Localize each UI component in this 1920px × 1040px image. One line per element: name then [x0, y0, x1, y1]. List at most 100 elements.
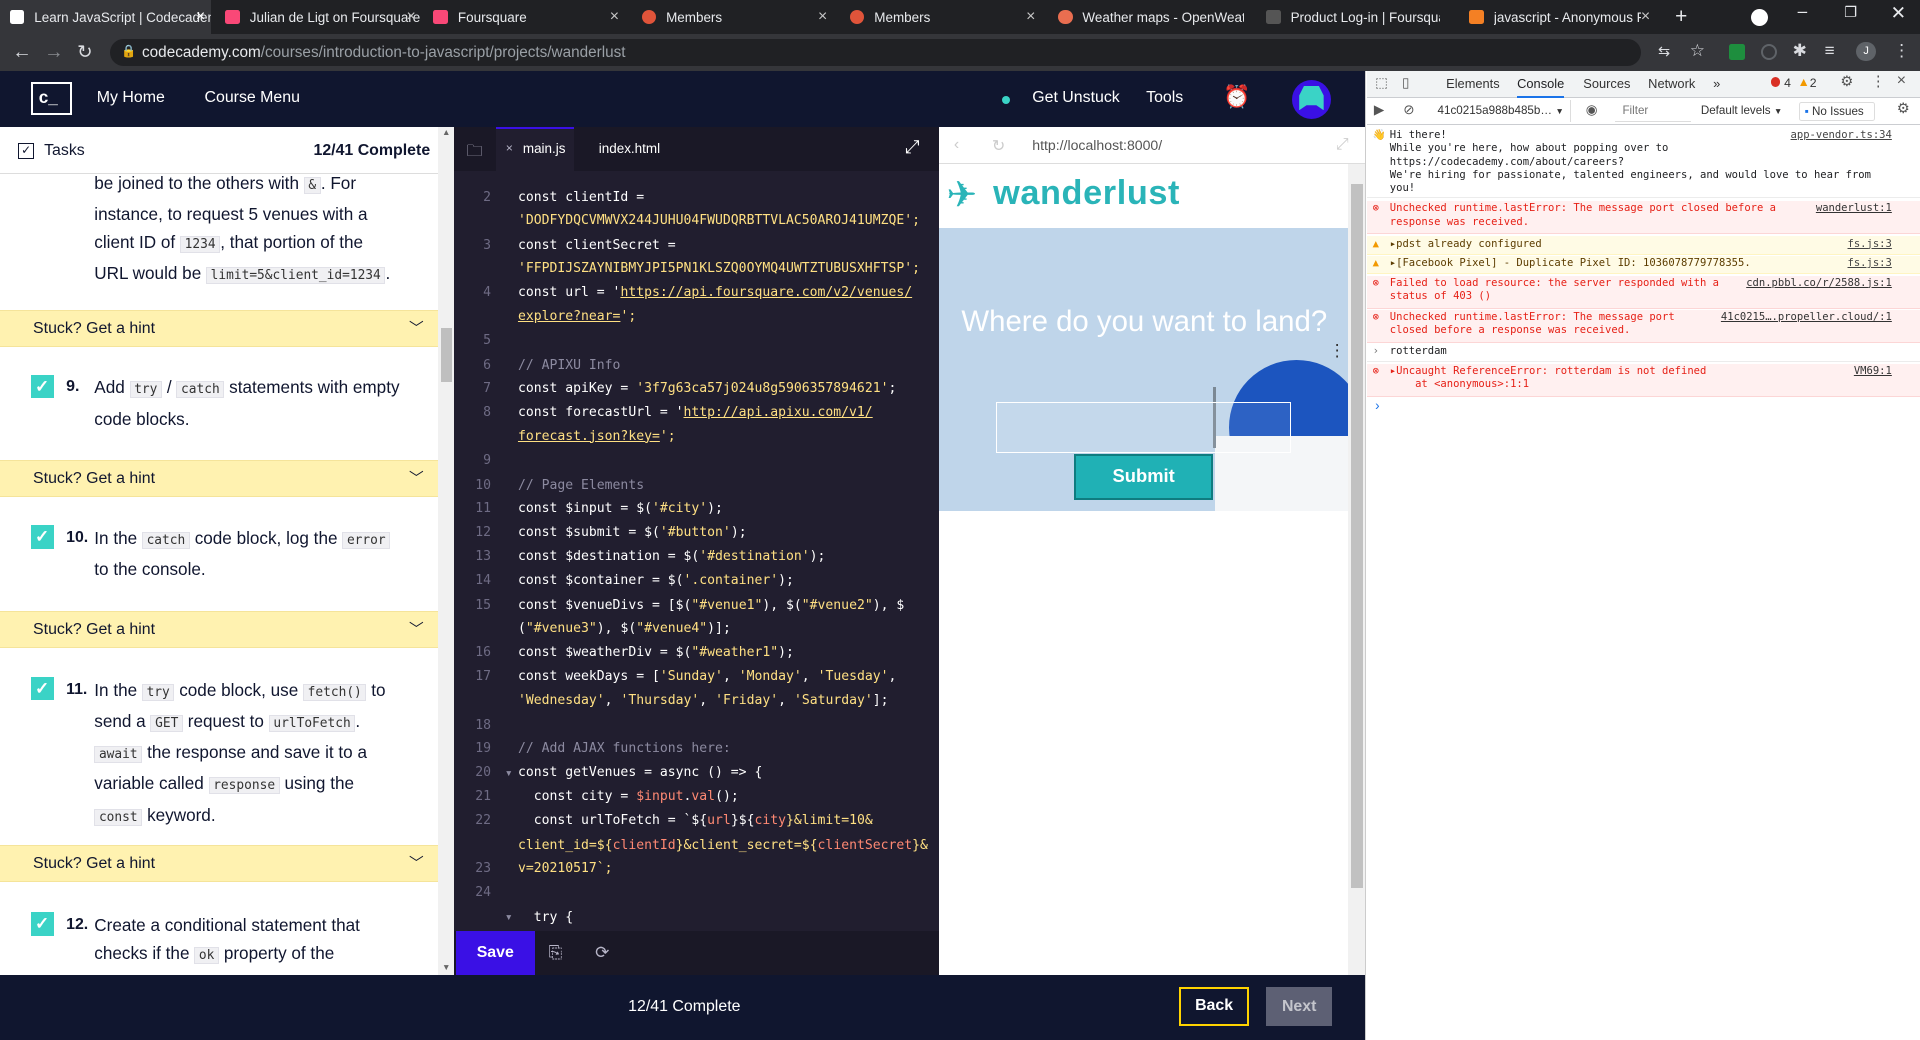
console-source-link[interactable]: VM69:1 — [1854, 365, 1892, 378]
copy-icon[interactable]: ⎘ — [549, 942, 563, 963]
close-tab-icon[interactable]: × — [610, 8, 619, 25]
console-prompt[interactable]: › — [1367, 398, 1920, 415]
get-hint-button[interactable]: Stuck? Get a hint ﹀ — [0, 844, 439, 882]
close-tab-icon[interactable]: × — [1026, 8, 1035, 25]
browser-tab[interactable]: Members — [632, 0, 833, 34]
preview-back-icon[interactable]: ‹ — [954, 136, 959, 154]
tab-index-html[interactable]: index.html — [599, 141, 660, 156]
close-tab-icon[interactable]: × — [407, 8, 416, 25]
close-tab-icon[interactable]: × — [818, 8, 827, 25]
preview-reload-icon[interactable]: ↻ — [992, 136, 1005, 156]
devtools-menu-icon[interactable]: ⋮ — [1871, 73, 1886, 90]
scroll-up-icon[interactable]: ▲ — [442, 127, 450, 137]
clear-console-icon[interactable]: ⊘ — [1403, 102, 1414, 118]
back-icon[interactable]: ← — [12, 34, 32, 71]
console-source-link[interactable]: cdn.pbbl.co/r/2588.js:1 — [1746, 277, 1892, 290]
console-settings-gear-icon[interactable]: ⚙ — [1897, 100, 1910, 117]
live-expression-eye-icon[interactable]: ◉ — [1586, 102, 1598, 118]
task-checkbox-checked[interactable]: ✓ — [30, 677, 54, 701]
context-select[interactable]: 41c0215a988b485b… ▼ — [1429, 100, 1572, 123]
reset-icon[interactable]: ⟳ — [595, 942, 609, 963]
extension-icon[interactable] — [1728, 44, 1745, 60]
lock-icon[interactable]: 🔒 — [121, 44, 136, 58]
tab-elements[interactable]: Elements — [1446, 71, 1500, 98]
get-hint-button[interactable]: Stuck? Get a hint ﹀ — [0, 611, 439, 648]
close-window-icon[interactable]: ✕ — [1891, 2, 1906, 24]
scroll-down-icon[interactable]: ▼ — [442, 962, 450, 972]
console-source-link[interactable]: wanderlust:1 — [1816, 202, 1892, 215]
browser-tab[interactable]: Product Log-in | Foursquare — [1256, 0, 1440, 34]
tab-console[interactable]: Console — [1517, 71, 1565, 98]
preview-url[interactable]: http://localhost:8000/ — [1032, 137, 1162, 153]
wanderlust-brand[interactable]: wanderlust — [993, 174, 1180, 213]
console-message-error[interactable]: ⊗ ▸Uncaught ReferenceError: rotterdam is… — [1366, 363, 1920, 397]
browser-tab[interactable]: Weather maps - OpenWeather — [1048, 0, 1244, 34]
console-filter-input[interactable] — [1615, 100, 1692, 123]
address-bar[interactable]: codecademy.com/courses/introduction-to-j… — [110, 39, 1641, 67]
error-count[interactable]: 4 — [1784, 76, 1791, 90]
console-message-warning[interactable]: ▲ ▸[Facebook Pixel] - Duplicate Pixel ID… — [1366, 255, 1920, 275]
warning-count[interactable]: 2 — [1810, 76, 1817, 90]
tasks-scrollbar[interactable] — [438, 127, 455, 975]
issues-button[interactable]: ▪ No Issues — [1798, 101, 1875, 122]
kebab-menu-icon[interactable]: ⋮ — [1329, 341, 1346, 358]
restore-icon[interactable]: ❐ — [1844, 4, 1857, 21]
tab-sources[interactable]: Sources — [1583, 71, 1630, 98]
save-button[interactable]: Save — [455, 930, 536, 975]
close-file-icon[interactable]: × — [506, 141, 513, 155]
settings-gear-icon[interactable]: ⚙ — [1840, 73, 1853, 90]
forward-icon[interactable]: → — [44, 34, 64, 71]
reload-icon[interactable]: ↻ — [77, 34, 92, 71]
log-levels-select[interactable]: Default levels ▼ — [1695, 100, 1793, 122]
submit-button[interactable]: Submit — [1073, 454, 1214, 500]
console-source-link[interactable]: fs.js:3 — [1848, 257, 1892, 270]
alarm-clock-icon[interactable]: ⏰ — [1223, 84, 1250, 110]
browser-tab[interactable]: Foursquare — [424, 0, 620, 34]
chrome-menu-icon[interactable]: ⋮ — [1893, 40, 1910, 61]
get-hint-button[interactable]: Stuck? Get a hint ﹀ — [0, 460, 439, 498]
task-checkbox-checked[interactable]: ✓ — [30, 912, 54, 936]
fold-arrow-icon[interactable]: ▼ — [504, 768, 512, 778]
device-toolbar-icon[interactable]: ▯ — [1402, 75, 1409, 91]
reading-list-icon[interactable]: ≡ — [1825, 40, 1835, 61]
get-unstuck-button[interactable]: Get Unstuck — [1032, 89, 1120, 107]
inspect-element-icon[interactable]: ⬚ — [1375, 75, 1388, 91]
browser-tab[interactable]: javascript - Anonymous Fu — [1460, 0, 1646, 34]
close-tab-icon[interactable]: × — [196, 8, 205, 25]
tools-button[interactable]: Tools — [1146, 89, 1183, 107]
close-tab-icon[interactable]: × — [1641, 8, 1650, 25]
console-source-link[interactable]: app-vendor.ts:34 — [1791, 129, 1892, 142]
extensions-puzzle-icon[interactable]: ✱ — [1793, 40, 1807, 61]
get-hint-button[interactable]: Stuck? Get a hint ﹀ — [0, 309, 439, 347]
minimize-icon[interactable]: – — [1798, 1, 1808, 22]
folder-icon[interactable]: 🗀 — [467, 140, 483, 167]
city-input[interactable] — [995, 401, 1291, 454]
browser-tab[interactable]: Members — [840, 0, 1041, 34]
codecademy-logo[interactable]: c_ — [30, 82, 73, 116]
more-tabs-icon[interactable]: » — [1713, 71, 1720, 98]
bookmark-star-icon[interactable]: ☆ — [1690, 40, 1705, 61]
expand-icon[interactable]: ⤢ — [905, 136, 920, 158]
task-checkbox-checked[interactable]: ✓ — [30, 374, 54, 398]
sidebar-toggle-icon[interactable]: ▶ — [1374, 102, 1384, 118]
back-button[interactable]: Back — [1179, 986, 1249, 1027]
console-source-link[interactable]: fs.js:3 — [1848, 238, 1892, 251]
console-source-link[interactable]: 41c0215….propeller.cloud/:1 — [1721, 311, 1892, 324]
preview-scrollbar-thumb[interactable] — [1350, 183, 1363, 888]
my-home-link[interactable]: My Home — [97, 89, 165, 107]
console-message-warning[interactable]: ▲ ▸pdst already configured fs.js:3 — [1366, 236, 1920, 255]
new-tab-icon[interactable]: + — [1675, 5, 1687, 29]
preview-expand-icon[interactable]: ⤢ — [1336, 136, 1349, 154]
close-devtools-icon[interactable]: × — [1897, 72, 1906, 90]
browser-tab[interactable]: Julian de Ligt on Foursquare — [216, 0, 422, 34]
browser-tab[interactable]: Learn JavaScript | Codecademy — [0, 0, 211, 35]
extension-icon[interactable] — [1760, 44, 1777, 60]
course-menu-link[interactable]: Course Menu — [204, 89, 299, 107]
profile-menu-icon[interactable] — [1751, 8, 1769, 26]
fold-arrow-icon[interactable]: ▼ — [504, 912, 512, 922]
task-checkbox-checked[interactable]: ✓ — [30, 525, 54, 549]
next-button[interactable]: Next — [1266, 986, 1333, 1027]
profile-avatar-icon[interactable]: J — [1856, 41, 1876, 62]
translate-icon[interactable]: ⇆ — [1658, 43, 1670, 60]
tab-network[interactable]: Network — [1648, 71, 1695, 98]
